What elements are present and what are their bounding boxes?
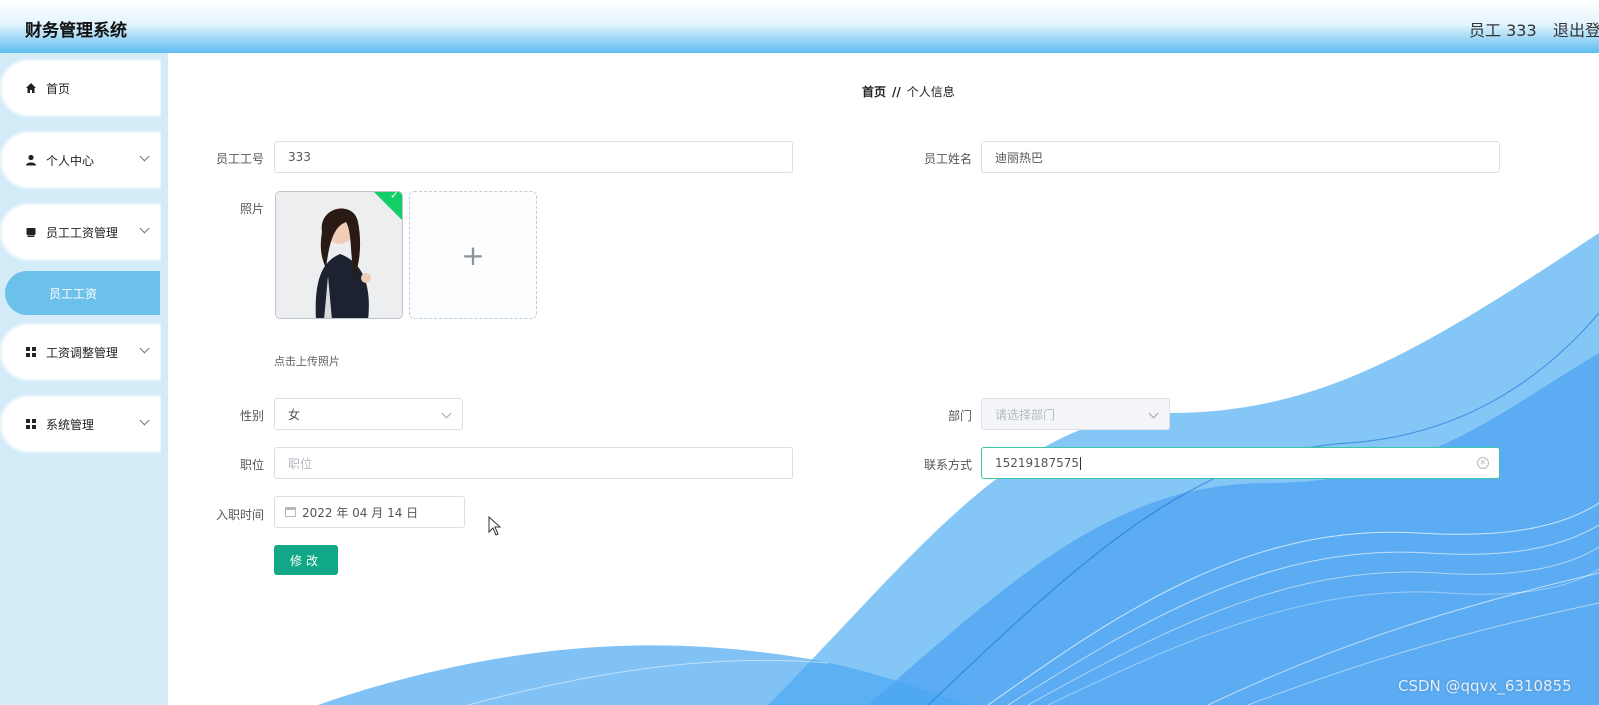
hire-date-picker[interactable]: 2022 年 04 月 14 日 (274, 496, 465, 528)
chevron-down-icon (139, 151, 150, 162)
calendar-icon (285, 507, 296, 517)
mouse-cursor-icon (488, 516, 502, 536)
employee-id-label: 员工工号 (215, 152, 264, 166)
position-label: 职位 (239, 458, 264, 472)
chevron-down-icon (1148, 408, 1159, 419)
chevron-down-icon (139, 415, 150, 426)
breadcrumb-separator: // (892, 85, 901, 99)
sidebar-item-home[interactable]: 首页 (2, 61, 160, 115)
photo-upload-hint: 点击上传照片 (274, 355, 340, 368)
employee-name-input[interactable]: 迪丽热巴 (981, 141, 1500, 173)
top-bar: 财务管理系统 员工 333 退出登 (0, 0, 1599, 53)
contact-label: 联系方式 (923, 458, 972, 472)
position-placeholder: 职位 (288, 456, 313, 471)
sidebar-item-salary-adjustment[interactable]: 工资调整管理 (2, 325, 160, 379)
position-input[interactable]: 职位 (274, 447, 793, 479)
logout-link[interactable]: 退出登 (1553, 17, 1599, 41)
department-placeholder: 请选择部门 (995, 407, 1056, 422)
current-user-label: 员工 333 (1469, 21, 1537, 40)
sidebar-item-label: 员工工资管理 (46, 225, 119, 240)
plus-icon: + (461, 238, 485, 272)
hire-date-value: 2022 年 04 月 14 日 (302, 505, 419, 520)
department-label: 部门 (947, 409, 972, 423)
sidebar-item-salary-management[interactable]: 员工工资管理 (2, 205, 160, 259)
grid-icon (24, 347, 38, 357)
contact-value: 15219187575 (995, 456, 1079, 470)
breadcrumb-home[interactable]: 首页 (862, 85, 886, 99)
employee-id-value: 333 (288, 150, 311, 164)
photo-upload-button[interactable]: + (409, 191, 537, 319)
sidebar-item-label: 系统管理 (46, 417, 95, 432)
folder-icon (24, 226, 38, 238)
breadcrumb-current: 个人信息 (906, 85, 955, 99)
contact-input[interactable]: 15219187575 ✕ (981, 447, 1500, 479)
chevron-down-icon (441, 408, 452, 419)
text-caret (1079, 456, 1081, 470)
sidebar-item-system-management[interactable]: 系统管理 (2, 397, 160, 451)
sidebar-item-label: 个人中心 (46, 153, 95, 168)
home-icon (24, 82, 38, 94)
sidebar-item-label: 工资调整管理 (46, 345, 119, 360)
check-icon: ✓ (390, 191, 399, 202)
app-title: 财务管理系统 (25, 21, 127, 41)
sidebar-item-label: 首页 (46, 81, 71, 96)
employee-name-label: 员工姓名 (923, 152, 972, 166)
gender-label: 性别 (239, 409, 264, 423)
gender-select[interactable]: 女 (274, 398, 463, 430)
chevron-down-icon (139, 343, 150, 354)
hire-date-label: 入职时间 (215, 508, 264, 522)
breadcrumb: 首页 // 个人信息 (862, 83, 955, 100)
sidebar: 首页 个人中心 员工工资管理 员工工资 工资调整管理 系统管理 (0, 53, 168, 705)
grid-icon (24, 419, 38, 429)
employee-photo[interactable]: ✓ (275, 191, 403, 319)
sidebar-subitem-label: 员工工资 (49, 286, 98, 301)
update-button[interactable]: 修改 (274, 545, 338, 575)
photo-label: 照片 (239, 202, 264, 216)
employee-id-input[interactable]: 333 (274, 141, 793, 173)
department-select[interactable]: 请选择部门 (981, 398, 1170, 430)
sidebar-subitem-employee-salary[interactable]: 员工工资 (5, 271, 160, 315)
gender-value: 女 (288, 407, 301, 422)
employee-name-value: 迪丽热巴 (995, 150, 1044, 165)
user-icon (24, 154, 38, 166)
chevron-down-icon (139, 223, 150, 234)
watermark: CSDN @qqvx_6310855 (1398, 677, 1572, 695)
photo-image (276, 192, 402, 318)
clear-icon[interactable]: ✕ (1477, 457, 1489, 469)
sidebar-item-personal-center[interactable]: 个人中心 (2, 133, 160, 187)
